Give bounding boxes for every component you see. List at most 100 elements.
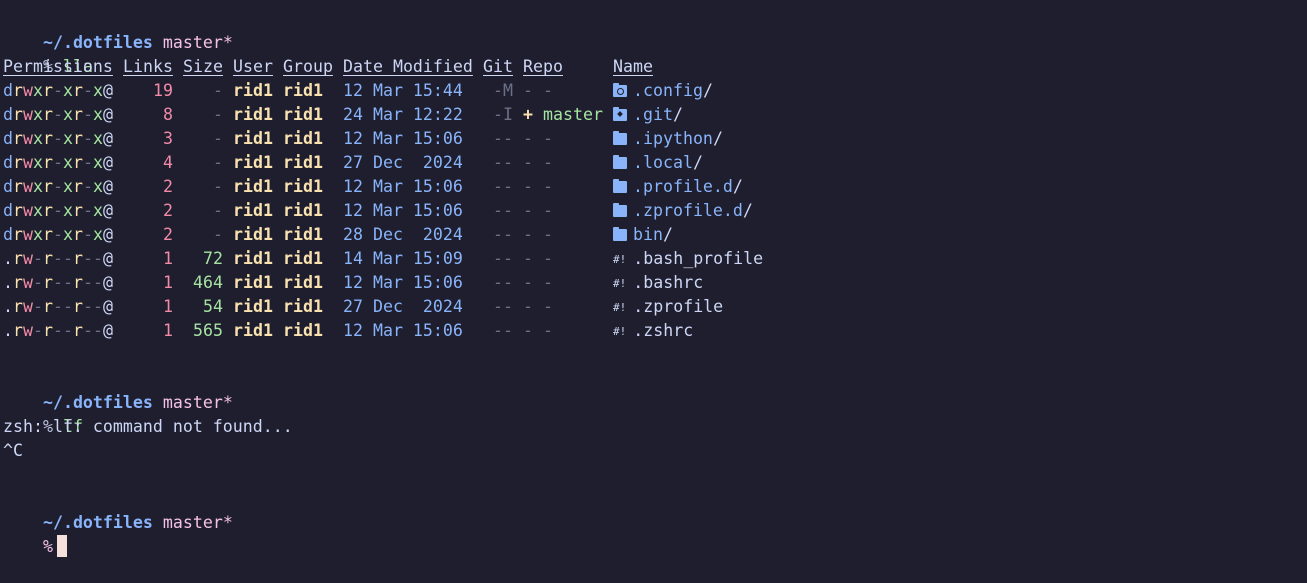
text-cursor[interactable] bbox=[56, 535, 67, 557]
links-count: 19 bbox=[153, 81, 173, 100]
repo-status: - - bbox=[523, 201, 553, 220]
owner-group: rid1 bbox=[283, 105, 323, 124]
file-size: - bbox=[213, 153, 223, 172]
perm-xattr: @ bbox=[103, 249, 113, 268]
listing-row: .rw-r--r--@ 1 464 rid1 rid1 12 Mar 15:06 -- - -… bbox=[0, 271, 1307, 295]
perm-bit: - bbox=[83, 225, 93, 244]
perm-type: . bbox=[3, 321, 13, 340]
perm-type: d bbox=[3, 129, 13, 148]
git-status: -- bbox=[493, 129, 513, 148]
directory-entry[interactable]: .local/ bbox=[613, 151, 703, 175]
perm-bit: - bbox=[83, 297, 93, 316]
git-status: -- bbox=[493, 273, 513, 292]
repo-status: - - bbox=[523, 273, 553, 292]
error-output: zsh: lf: command not found... bbox=[3, 417, 293, 436]
file-entry[interactable]: #! .bash_profile bbox=[613, 247, 763, 272]
owner-group: rid1 bbox=[283, 321, 323, 340]
perm-type: d bbox=[3, 81, 13, 100]
perm-bit: x bbox=[63, 177, 73, 196]
perm-type: . bbox=[3, 249, 13, 268]
dir-slash: / bbox=[732, 177, 743, 196]
links-count: 1 bbox=[163, 321, 173, 340]
perm-bit: r bbox=[73, 129, 83, 148]
git-status: -- bbox=[493, 201, 513, 220]
owner-user: rid1 bbox=[233, 105, 273, 124]
owner-group: rid1 bbox=[283, 297, 323, 316]
listing-row: drwxr-xr-x@ 2- rid1 rid1 28 Dec 2024 -- - - bin… bbox=[0, 223, 1307, 247]
repo-status: - - bbox=[523, 297, 553, 316]
perm-bit: - bbox=[53, 273, 63, 292]
perm-bit: r bbox=[13, 225, 23, 244]
perm-bit: r bbox=[73, 297, 83, 316]
listing-header: Permissions Links Size User Group Date M… bbox=[0, 55, 1307, 79]
perm-bit: w bbox=[23, 105, 33, 124]
folder-icon bbox=[613, 203, 627, 217]
repo-status: + bbox=[523, 105, 533, 124]
links-count: 4 bbox=[163, 153, 173, 172]
file-size: - bbox=[213, 129, 223, 148]
perm-bit: - bbox=[53, 249, 63, 268]
terminal-window[interactable]: ~/.dotfiles master* % lla Permissions Li… bbox=[0, 0, 1307, 557]
entry-name: .zprofile.d bbox=[633, 201, 743, 220]
perm-bit: r bbox=[13, 153, 23, 172]
perm-bit: x bbox=[33, 225, 43, 244]
perm-bit: - bbox=[93, 297, 103, 316]
date-modified: 14 Mar 15:09 bbox=[343, 249, 463, 268]
repo-status: - - bbox=[523, 81, 553, 100]
perm-xattr: @ bbox=[103, 153, 113, 172]
perm-bit: x bbox=[63, 81, 73, 100]
owner-user: rid1 bbox=[233, 249, 273, 268]
perm-bit: x bbox=[63, 129, 73, 148]
perm-bit: r bbox=[73, 321, 83, 340]
file-entry[interactable]: #! .bashrc bbox=[613, 271, 703, 296]
perm-bit: x bbox=[93, 81, 103, 100]
file-entry[interactable]: #! .zprofile bbox=[613, 295, 723, 320]
dir-slash: / bbox=[672, 105, 683, 124]
perm-bit: - bbox=[33, 249, 43, 268]
shebang-icon: #! bbox=[613, 325, 627, 338]
owner-user: rid1 bbox=[233, 177, 273, 196]
listing-row: drwxr-xr-x@ 2- rid1 rid1 12 Mar 15:06 -- - - .z… bbox=[0, 199, 1307, 223]
perm-xattr: @ bbox=[103, 105, 113, 124]
prompt-input-line[interactable]: % bbox=[3, 511, 67, 557]
perm-xattr: @ bbox=[103, 177, 113, 196]
perm-xattr: @ bbox=[103, 225, 113, 244]
directory-entry[interactable]: .git/ bbox=[613, 103, 683, 127]
perm-type: d bbox=[3, 177, 13, 196]
directory-entry[interactable]: bin/ bbox=[613, 223, 673, 247]
perm-bit: w bbox=[23, 81, 33, 100]
listing-row: .rw-r--r--@ 1 54 rid1 rid1 27 Dec 2024 -- - - #!… bbox=[0, 295, 1307, 319]
folder-icon bbox=[613, 131, 627, 145]
entry-name: .config bbox=[633, 81, 703, 100]
shebang-icon: #! bbox=[613, 277, 627, 290]
folder-icon bbox=[613, 155, 627, 169]
directory-entry[interactable]: .profile.d/ bbox=[613, 175, 743, 199]
dir-slash: / bbox=[712, 129, 723, 148]
directory-entry[interactable]: .zprofile.d/ bbox=[613, 199, 753, 223]
perm-bit: x bbox=[93, 105, 103, 124]
perm-bit: r bbox=[43, 297, 53, 316]
file-entry[interactable]: #! .zshrc bbox=[613, 319, 693, 344]
perm-bit: - bbox=[53, 153, 63, 172]
perm-bit: r bbox=[13, 321, 23, 340]
dir-slash: / bbox=[742, 201, 753, 220]
git-status: -- bbox=[493, 249, 513, 268]
perm-bit: w bbox=[23, 177, 33, 196]
directory-entry[interactable]: .config/ bbox=[613, 79, 713, 103]
perm-bit: r bbox=[43, 153, 53, 172]
directory-entry[interactable]: .ipython/ bbox=[613, 127, 723, 151]
perm-bit: x bbox=[63, 225, 73, 244]
perm-bit: r bbox=[13, 201, 23, 220]
perm-bit: - bbox=[83, 81, 93, 100]
permissions: drwxr-xr-x@ bbox=[3, 199, 113, 223]
permissions: .rw-r--r--@ bbox=[3, 271, 113, 295]
perm-bit: - bbox=[63, 297, 73, 316]
git-branch: master* bbox=[162, 33, 233, 52]
perm-bit: r bbox=[13, 81, 23, 100]
perm-bit: - bbox=[63, 249, 73, 268]
perm-bit: r bbox=[13, 177, 23, 196]
perm-bit: r bbox=[73, 249, 83, 268]
date-modified: 24 Mar 12:22 bbox=[343, 105, 463, 124]
date-modified: 12 Mar 15:44 bbox=[343, 81, 463, 100]
header-user: User bbox=[233, 57, 273, 76]
